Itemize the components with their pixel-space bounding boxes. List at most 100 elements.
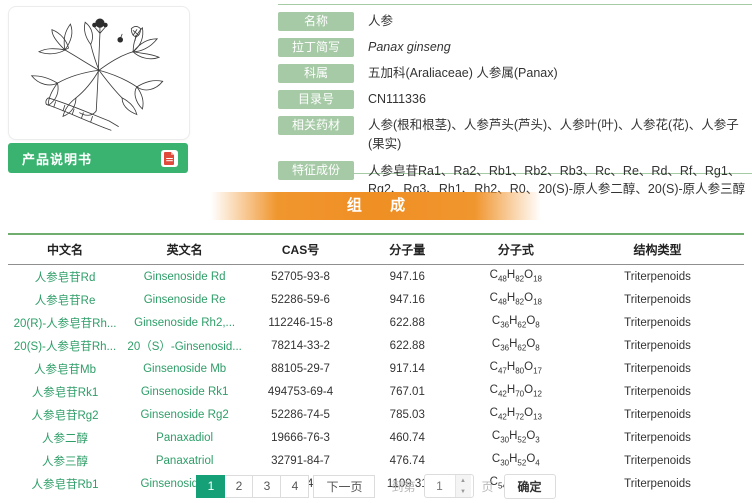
cell-structure-type: Triterpenoids (571, 426, 744, 449)
table-row: 20(S)-人参皂苷Rh...20（S）-Ginsenosid...78214-… (8, 334, 744, 357)
cell-structure-type: Triterpenoids (571, 449, 744, 472)
next-page-button[interactable]: 下一页 (313, 475, 375, 498)
column-header-molecular-weight: 分子量 (354, 234, 461, 265)
composition-table-body: 人参皂苷RdGinsenoside Rd52705-93-8947.16C48H… (8, 265, 744, 496)
cell-molecular-weight: 622.88 (354, 311, 461, 334)
cell-structure-type: Triterpenoids (571, 403, 744, 426)
page-button-1[interactable]: 1 (196, 475, 225, 498)
spinner-arrows: ▲ ▼ (455, 475, 471, 497)
cell-english-name[interactable]: Ginsenoside Rk1 (122, 380, 247, 403)
info-field-label: 名称 (278, 12, 354, 31)
product-image-card (8, 6, 190, 140)
cell-english-name[interactable]: Panaxatriol (122, 449, 247, 472)
cell-molecular-weight: 947.16 (354, 265, 461, 289)
cell-molecular-formula: C48H82O18 (461, 288, 571, 311)
cell-english-name[interactable]: Ginsenoside Re (122, 288, 247, 311)
spinner-up-icon[interactable]: ▲ (456, 475, 471, 486)
info-field-related: 相关药材 人参(根和根茎)、人参芦头(芦头)、人参叶(叶)、人参花(花)、人参子… (278, 116, 752, 154)
cell-molecular-formula: C36H62O8 (461, 311, 571, 334)
cell-english-name[interactable]: Ginsenoside Rh2,... (122, 311, 247, 334)
info-field-family: 科属 五加科(Araliaceae) 人参属(Panax) (278, 64, 752, 83)
column-header-structure-type: 结构类型 (571, 234, 744, 265)
page-button-2[interactable]: 2 (224, 475, 253, 498)
info-field-value: CN111336 (368, 90, 432, 109)
cell-structure-type: Triterpenoids (571, 357, 744, 380)
table-row: 20(R)-人参皂苷Rh...Ginsenoside Rh2,...112246… (8, 311, 744, 334)
cell-chinese-name[interactable]: 人参皂苷Mb (8, 357, 122, 380)
table-row: 人参皂苷ReGinsenoside Re52286-59-6947.16C48H… (8, 288, 744, 311)
info-field-label: 相关药材 (278, 116, 354, 135)
cell-english-name[interactable]: 20（S）-Ginsenosid... (122, 334, 247, 357)
product-manual-button[interactable]: 产品说明书 (8, 143, 188, 173)
product-manual-label: 产品说明书 (22, 149, 92, 168)
cell-chinese-name[interactable]: 人参皂苷Rd (8, 265, 122, 289)
cell-cas: 112246-15-8 (247, 311, 354, 334)
cell-english-name[interactable]: Ginsenoside Rg2 (122, 403, 247, 426)
table-row: 人参三醇Panaxatriol32791-84-7476.74C30H52O4T… (8, 449, 744, 472)
cell-chinese-name[interactable]: 人参皂苷Re (8, 288, 122, 311)
table-row: 人参皂苷RdGinsenoside Rd52705-93-8947.16C48H… (8, 265, 744, 289)
cell-molecular-weight: 947.16 (354, 288, 461, 311)
cell-structure-type: Triterpenoids (571, 265, 744, 289)
page-button-3[interactable]: 3 (252, 475, 281, 498)
table-row: 人参皂苷Rk1Ginsenoside Rk1494753-69-4767.01C… (8, 380, 744, 403)
cell-english-name[interactable]: Panaxadiol (122, 426, 247, 449)
cell-chinese-name[interactable]: 人参皂苷Rk1 (8, 380, 122, 403)
cell-molecular-formula: C42H70O12 (461, 380, 571, 403)
cell-structure-type: Triterpenoids (571, 311, 744, 334)
info-field-latin: 拉丁简写 Panax ginseng (278, 38, 752, 57)
cell-cas: 88105-29-7 (247, 357, 354, 380)
cell-molecular-formula: C36H62O8 (461, 334, 571, 357)
table-row: 人参二醇Panaxadiol19666-76-3460.74C30H52O3Tr… (8, 426, 744, 449)
product-info-panel: 名称 人参 拉丁简写 Panax ginseng 科属 五加科(Araliace… (278, 4, 752, 174)
pdf-icon (161, 150, 178, 167)
cell-english-name[interactable]: Ginsenoside Rd (122, 265, 247, 289)
cell-cas: 52286-74-5 (247, 403, 354, 426)
column-header-cas: CAS号 (247, 234, 354, 265)
page-number-spinner: ▲ ▼ (424, 474, 474, 498)
cell-molecular-weight: 785.03 (354, 403, 461, 426)
goto-suffix-label: 页 (482, 478, 494, 495)
cell-cas: 494753-69-4 (247, 380, 354, 403)
goto-prefix-label: 到第 (391, 478, 415, 495)
composition-section-title: 组 成 (211, 192, 541, 220)
cell-chinese-name[interactable]: 人参二醇 (8, 426, 122, 449)
ginseng-illustration (20, 13, 178, 133)
table-row: 人参皂苷Rg2Ginsenoside Rg252286-74-5785.03C4… (8, 403, 744, 426)
goto-page-control: 到第 ▲ ▼ 页 (391, 474, 493, 498)
column-header-molecular-formula: 分子式 (461, 234, 571, 265)
confirm-button[interactable]: 确定 (504, 474, 556, 499)
info-field-label: 科属 (278, 64, 354, 83)
cell-cas: 78214-33-2 (247, 334, 354, 357)
column-header-english-name: 英文名 (122, 234, 247, 265)
pagination-pages: 1234 (196, 475, 308, 498)
page-number-input[interactable] (425, 475, 455, 497)
cell-english-name[interactable]: Ginsenoside Mb (122, 357, 247, 380)
cell-chinese-name[interactable]: 20(R)-人参皂苷Rh... (8, 311, 122, 334)
cell-molecular-weight: 767.01 (354, 380, 461, 403)
table-header-row: 中文名 英文名 CAS号 分子量 分子式 结构类型 (8, 234, 744, 265)
column-header-chinese-name: 中文名 (8, 234, 122, 265)
cell-cas: 52286-59-6 (247, 288, 354, 311)
info-field-value: 五加科(Araliaceae) 人参属(Panax) (368, 64, 564, 83)
cell-molecular-weight: 917.14 (354, 357, 461, 380)
info-field-value: Panax ginseng (368, 38, 457, 57)
pagination: 1234 下一页 到第 ▲ ▼ 页 确定 (0, 473, 752, 499)
cell-molecular-formula: C42H72O13 (461, 403, 571, 426)
cell-chinese-name[interactable]: 20(S)-人参皂苷Rh... (8, 334, 122, 357)
cell-chinese-name[interactable]: 人参皂苷Rg2 (8, 403, 122, 426)
cell-structure-type: Triterpenoids (571, 380, 744, 403)
cell-molecular-weight: 622.88 (354, 334, 461, 357)
composition-section-header: 组 成 (0, 192, 752, 220)
page-button-4[interactable]: 4 (280, 475, 309, 498)
cell-chinese-name[interactable]: 人参三醇 (8, 449, 122, 472)
info-field-value: 人参(根和根茎)、人参芦头(芦头)、人参叶(叶)、人参花(花)、人参子(果实) (368, 116, 752, 154)
spinner-down-icon[interactable]: ▼ (456, 486, 471, 497)
cell-molecular-formula: C47H80O17 (461, 357, 571, 380)
cell-cas: 32791-84-7 (247, 449, 354, 472)
info-field-value: 人参 (368, 12, 399, 31)
cell-molecular-weight: 476.74 (354, 449, 461, 472)
cell-structure-type: Triterpenoids (571, 288, 744, 311)
info-field-label: 目录号 (278, 90, 354, 109)
cell-molecular-formula: C48H82O18 (461, 265, 571, 289)
